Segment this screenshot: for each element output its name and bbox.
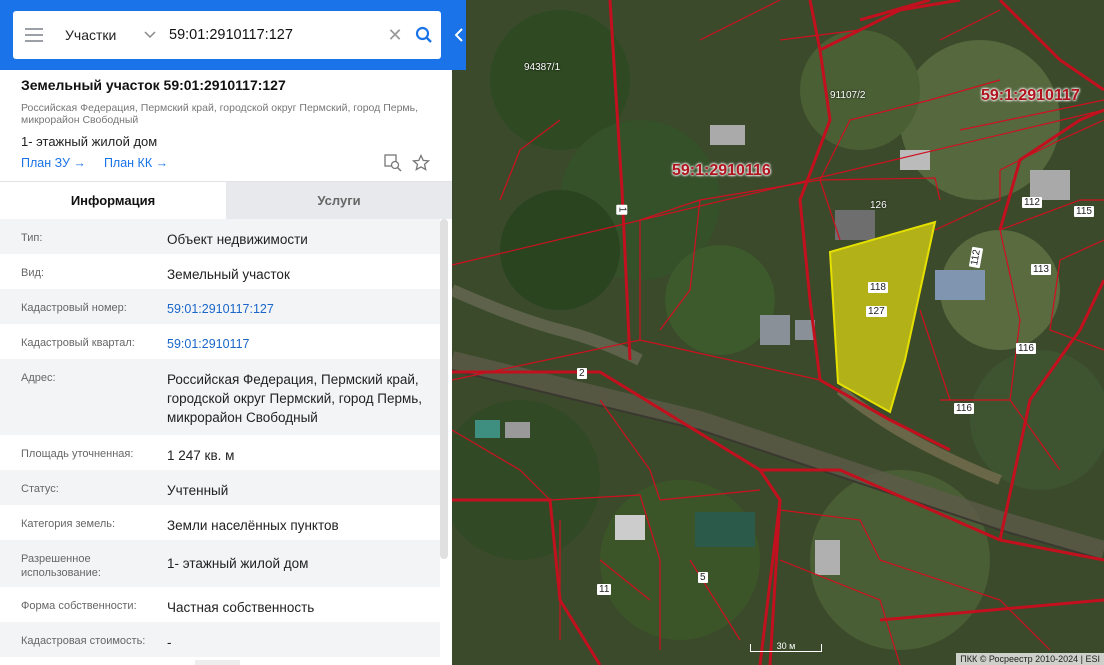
parcel-label: 11: [597, 584, 612, 595]
address-subtitle: Российская Федерация, Пермский край, гор…: [21, 102, 419, 126]
parcel-label: 127: [866, 306, 887, 317]
row-value: Частная собственность: [167, 600, 315, 615]
panel-scrollbar[interactable]: [440, 219, 448, 559]
map-scale: 30 м: [750, 642, 822, 652]
page-title: Земельный участок 59:01:2910117:127: [21, 77, 286, 93]
row-value: Учтенный: [167, 483, 229, 498]
tab-info[interactable]: Информация: [0, 182, 226, 219]
plan-zu-link[interactable]: План ЗУ →: [21, 156, 86, 170]
card-actions: [384, 154, 430, 172]
parcel-label: 91107/2: [830, 90, 866, 101]
plan-kk-link[interactable]: План КК →: [104, 156, 168, 170]
parcel-label: 1: [616, 204, 628, 215]
layer-select[interactable]: Участки: [55, 27, 135, 43]
info-row-ownership: Форма собственности: Частная собственнос…: [0, 587, 440, 622]
bottom-handle: [195, 660, 240, 665]
plan-links: План ЗУ → План КК →: [21, 156, 168, 170]
tab-services[interactable]: Услуги: [226, 182, 452, 219]
info-row-area: Площадь уточненная: 1 247 кв. м: [0, 435, 440, 470]
hamburger-menu-icon[interactable]: [13, 11, 55, 59]
row-value: Объект недвижимости: [167, 232, 308, 247]
row-value: Российская Федерация, Пермский край, гор…: [167, 372, 423, 425]
row-label: Кадастровый номер:: [21, 302, 127, 314]
row-label: Вид:: [21, 267, 44, 279]
map-attribution: ПКК © Росреестр 2010-2024 | ESI: [956, 653, 1104, 665]
info-row-kind: Вид: Земельный участок: [0, 254, 440, 289]
info-panel: Земельный участок 59:01:2910117:127 Росс…: [0, 70, 452, 665]
collapse-panel-icon[interactable]: [452, 0, 466, 70]
tab-bar: Информация Услуги: [0, 181, 452, 219]
row-label: Статус:: [21, 483, 59, 495]
row-label: Форма собственности:: [21, 600, 137, 612]
info-row-permitted-use: Разрешенное использование: 1- этажный жи…: [0, 540, 440, 587]
row-value: 1 247 кв. м: [167, 448, 235, 463]
zoom-to-object-icon[interactable]: [384, 154, 402, 172]
search-icon[interactable]: [407, 26, 441, 44]
star-icon[interactable]: [412, 154, 430, 172]
chevron-down-icon[interactable]: [135, 31, 165, 39]
parcel-label: 115: [1074, 206, 1094, 217]
parcel-label: 112: [1022, 197, 1042, 208]
parcel-label: 116: [1016, 343, 1036, 354]
cadastral-number-link[interactable]: 59:01:2910117:127: [167, 289, 440, 324]
row-label: Адрес:: [21, 372, 56, 384]
info-row-cadastral-value: Кадастровая стоимость: -: [0, 622, 440, 657]
search-input[interactable]: 59:01:2910117:127: [165, 27, 383, 43]
row-value: Земельный участок: [167, 267, 290, 282]
parcel-label: 94387/1: [524, 62, 561, 73]
row-value: 1- этажный жилой дом: [167, 556, 309, 571]
quarter-label: 59:1:2910116: [672, 162, 771, 179]
parcel-label: 118: [868, 282, 888, 293]
card-header: Земельный участок 59:01:2910117:127 Росс…: [21, 77, 441, 149]
info-row-cadastral-quarter: Кадастровый квартал: 59:01:2910117: [0, 324, 440, 359]
cadastral-quarter-link[interactable]: 59:01:2910117: [167, 324, 440, 359]
search-header: Участки 59:01:2910117:127 ✕: [0, 0, 466, 70]
info-row-type: Тип: Объект недвижимости: [0, 219, 440, 254]
row-value: Земли населённых пунктов: [167, 518, 339, 533]
parcel-label: 5: [698, 572, 708, 583]
parcel-label: 2: [577, 368, 587, 379]
purpose-text: 1- этажный жилой дом: [21, 134, 158, 149]
parcel-label: 116: [954, 403, 974, 414]
info-table: Тип: Объект недвижимости Вид: Земельный …: [0, 219, 440, 657]
info-row-address: Адрес: Российская Федерация, Пермский кр…: [0, 359, 440, 435]
info-row-status: Статус: Учтенный: [0, 470, 440, 505]
parcel-label: 126: [870, 200, 887, 211]
quarter-label: 59:1:2910117: [981, 87, 1080, 104]
row-label: Площадь уточненная:: [21, 448, 134, 460]
row-label: Кадастровая стоимость:: [21, 635, 146, 647]
row-label: Тип:: [21, 232, 43, 244]
row-label: Разрешенное использование:: [21, 553, 101, 579]
row-label: Кадастровый квартал:: [21, 337, 135, 349]
row-label: Категория земель:: [21, 518, 116, 530]
search-box: Участки 59:01:2910117:127 ✕: [13, 11, 441, 59]
parcel-label: 113: [1031, 264, 1051, 275]
clear-icon[interactable]: ✕: [383, 25, 407, 46]
info-row-cadastral-number: Кадастровый номер: 59:01:2910117:127: [0, 289, 440, 324]
info-row-land-category: Категория земель: Земли населённых пункт…: [0, 505, 440, 540]
row-value: -: [167, 635, 172, 650]
